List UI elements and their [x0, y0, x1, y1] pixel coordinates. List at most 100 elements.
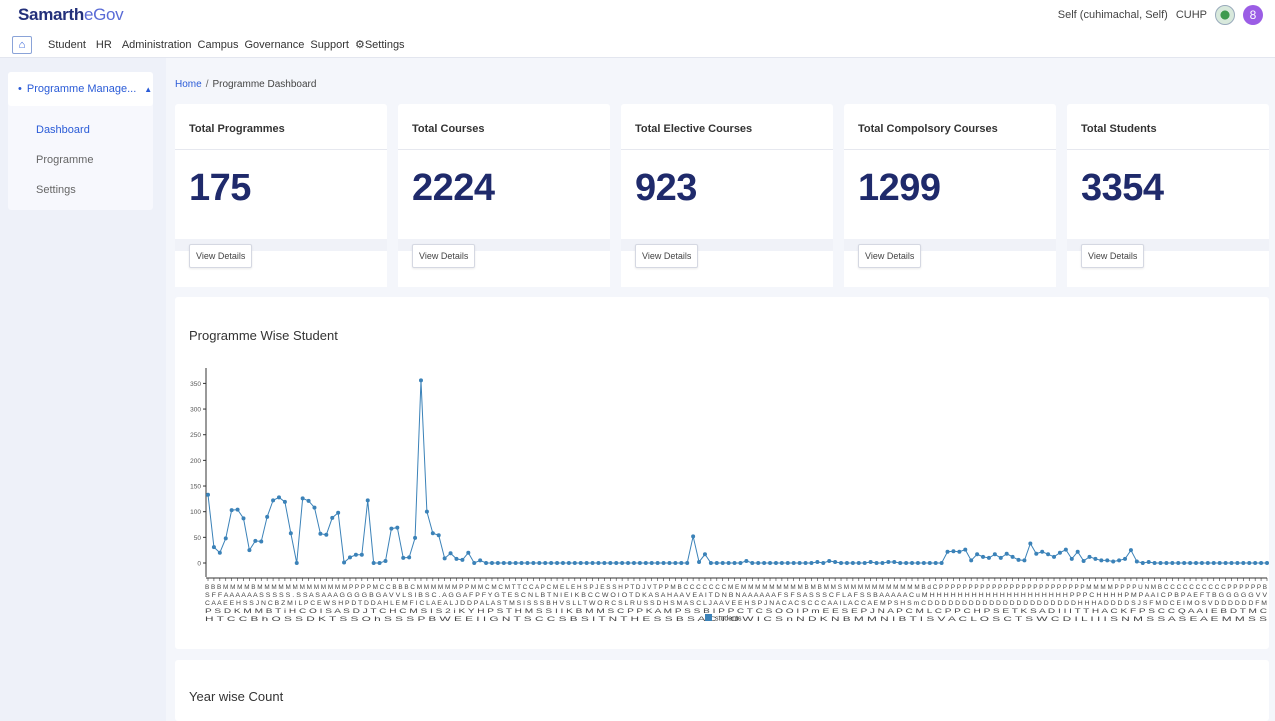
view-details-button[interactable]: View Details [858, 244, 922, 268]
data-point [797, 561, 802, 565]
data-point [886, 559, 891, 564]
data-point [744, 558, 749, 563]
data-point [566, 561, 571, 565]
data-point [401, 555, 406, 560]
user-avatar[interactable]: 8 [1243, 5, 1263, 25]
data-point [1176, 561, 1181, 565]
stat-value: 2224 [412, 167, 495, 209]
data-point [584, 561, 589, 565]
nav-item-settings[interactable]: ⚙Settings [355, 38, 405, 51]
stat-title: Total Compolsory Courses [858, 123, 998, 135]
data-point [1063, 547, 1068, 552]
data-point [1057, 550, 1062, 555]
sidebar-item-dashboard[interactable]: Dashboard [36, 124, 90, 136]
data-point [685, 561, 690, 565]
view-details-button[interactable]: View Details [412, 244, 476, 268]
data-point [1081, 558, 1086, 563]
breadcrumb-separator: / [205, 79, 209, 90]
legend-swatch [705, 614, 712, 621]
data-point [454, 556, 459, 561]
data-point [862, 561, 867, 565]
legend-label: students [715, 616, 742, 623]
home-icon: ⌂ [18, 38, 26, 51]
data-point [555, 561, 560, 565]
data-point [821, 561, 826, 565]
data-point [306, 498, 311, 503]
data-point [1040, 549, 1045, 554]
data-point [1123, 556, 1128, 561]
user-area: Self (cuhimachal, Self) CUHP 8 [1058, 5, 1263, 25]
breadcrumb-home[interactable]: Home [175, 79, 202, 90]
sidebar: • Programme Manage... ▲ Dashboard Progra… [0, 58, 166, 721]
data-point [951, 549, 956, 554]
nav-item-support[interactable]: Support [310, 39, 349, 51]
divider [175, 149, 387, 150]
data-point [803, 561, 808, 565]
x-tick-label-row: P S D K M M B T i H C O I S A S D J T C … [205, 608, 1268, 615]
sidebar-item-settings[interactable]: Settings [36, 184, 76, 196]
data-point [986, 555, 991, 560]
data-point [241, 516, 246, 521]
data-point [223, 536, 228, 541]
data-point [815, 559, 820, 564]
y-tick-label: 300 [190, 407, 201, 414]
nav-item-student[interactable]: Student [48, 39, 86, 51]
data-point [312, 505, 317, 510]
sidebar-item-programme[interactable]: Programme [36, 154, 93, 166]
y-tick-label: 200 [190, 458, 201, 465]
series-line-students [207, 380, 1267, 564]
data-point [513, 561, 518, 565]
data-point [217, 550, 222, 555]
view-details-button[interactable]: View Details [635, 244, 699, 268]
data-point [1128, 548, 1133, 553]
data-point [371, 561, 376, 565]
home-button[interactable]: ⌂ [12, 35, 32, 54]
data-point [856, 561, 861, 565]
view-details-button[interactable]: View Details [189, 244, 253, 268]
data-point [738, 561, 743, 565]
data-point [206, 492, 210, 497]
data-point [963, 547, 968, 552]
data-point [377, 561, 382, 565]
data-point [324, 532, 329, 537]
nav-item-governance[interactable]: Governance [244, 39, 304, 51]
stat-value: 3354 [1081, 167, 1164, 209]
view-details-button[interactable]: View Details [1081, 244, 1145, 268]
data-point [537, 561, 542, 565]
data-point [768, 561, 773, 565]
data-point [330, 515, 335, 520]
data-point [957, 549, 962, 554]
data-point [271, 498, 276, 503]
data-point [507, 561, 512, 565]
data-point [495, 561, 500, 565]
data-point [413, 535, 418, 540]
data-point [945, 549, 950, 554]
data-point [466, 550, 471, 555]
user-label[interactable]: Self (cuhimachal, Self) [1058, 9, 1168, 21]
sidebar-menu: • Programme Manage... ▲ Dashboard Progra… [8, 72, 153, 210]
data-point [726, 561, 731, 565]
data-point [892, 559, 897, 564]
data-point [779, 561, 784, 565]
data-point [253, 538, 258, 543]
data-point [342, 560, 347, 565]
nav-item-administration[interactable]: Administration [122, 39, 192, 51]
org-label[interactable]: CUHP [1176, 9, 1207, 21]
nav-item-campus[interactable]: Campus [198, 39, 239, 51]
data-point [347, 555, 352, 560]
data-point [827, 558, 832, 563]
y-tick-label: 350 [190, 381, 201, 388]
data-point [543, 561, 548, 565]
data-point [1223, 561, 1228, 565]
sidebar-section-programme-management[interactable]: • Programme Manage... ▲ [8, 72, 153, 106]
data-point [276, 495, 281, 500]
data-point [1211, 561, 1216, 565]
data-point [407, 555, 412, 560]
data-point [1146, 559, 1151, 564]
data-point [691, 534, 696, 539]
data-point [880, 561, 885, 565]
nav-item-hr[interactable]: HR [96, 39, 112, 51]
brand-logo[interactable]: SamartheGov [18, 5, 124, 25]
data-point [1034, 551, 1039, 556]
data-point [809, 561, 814, 565]
